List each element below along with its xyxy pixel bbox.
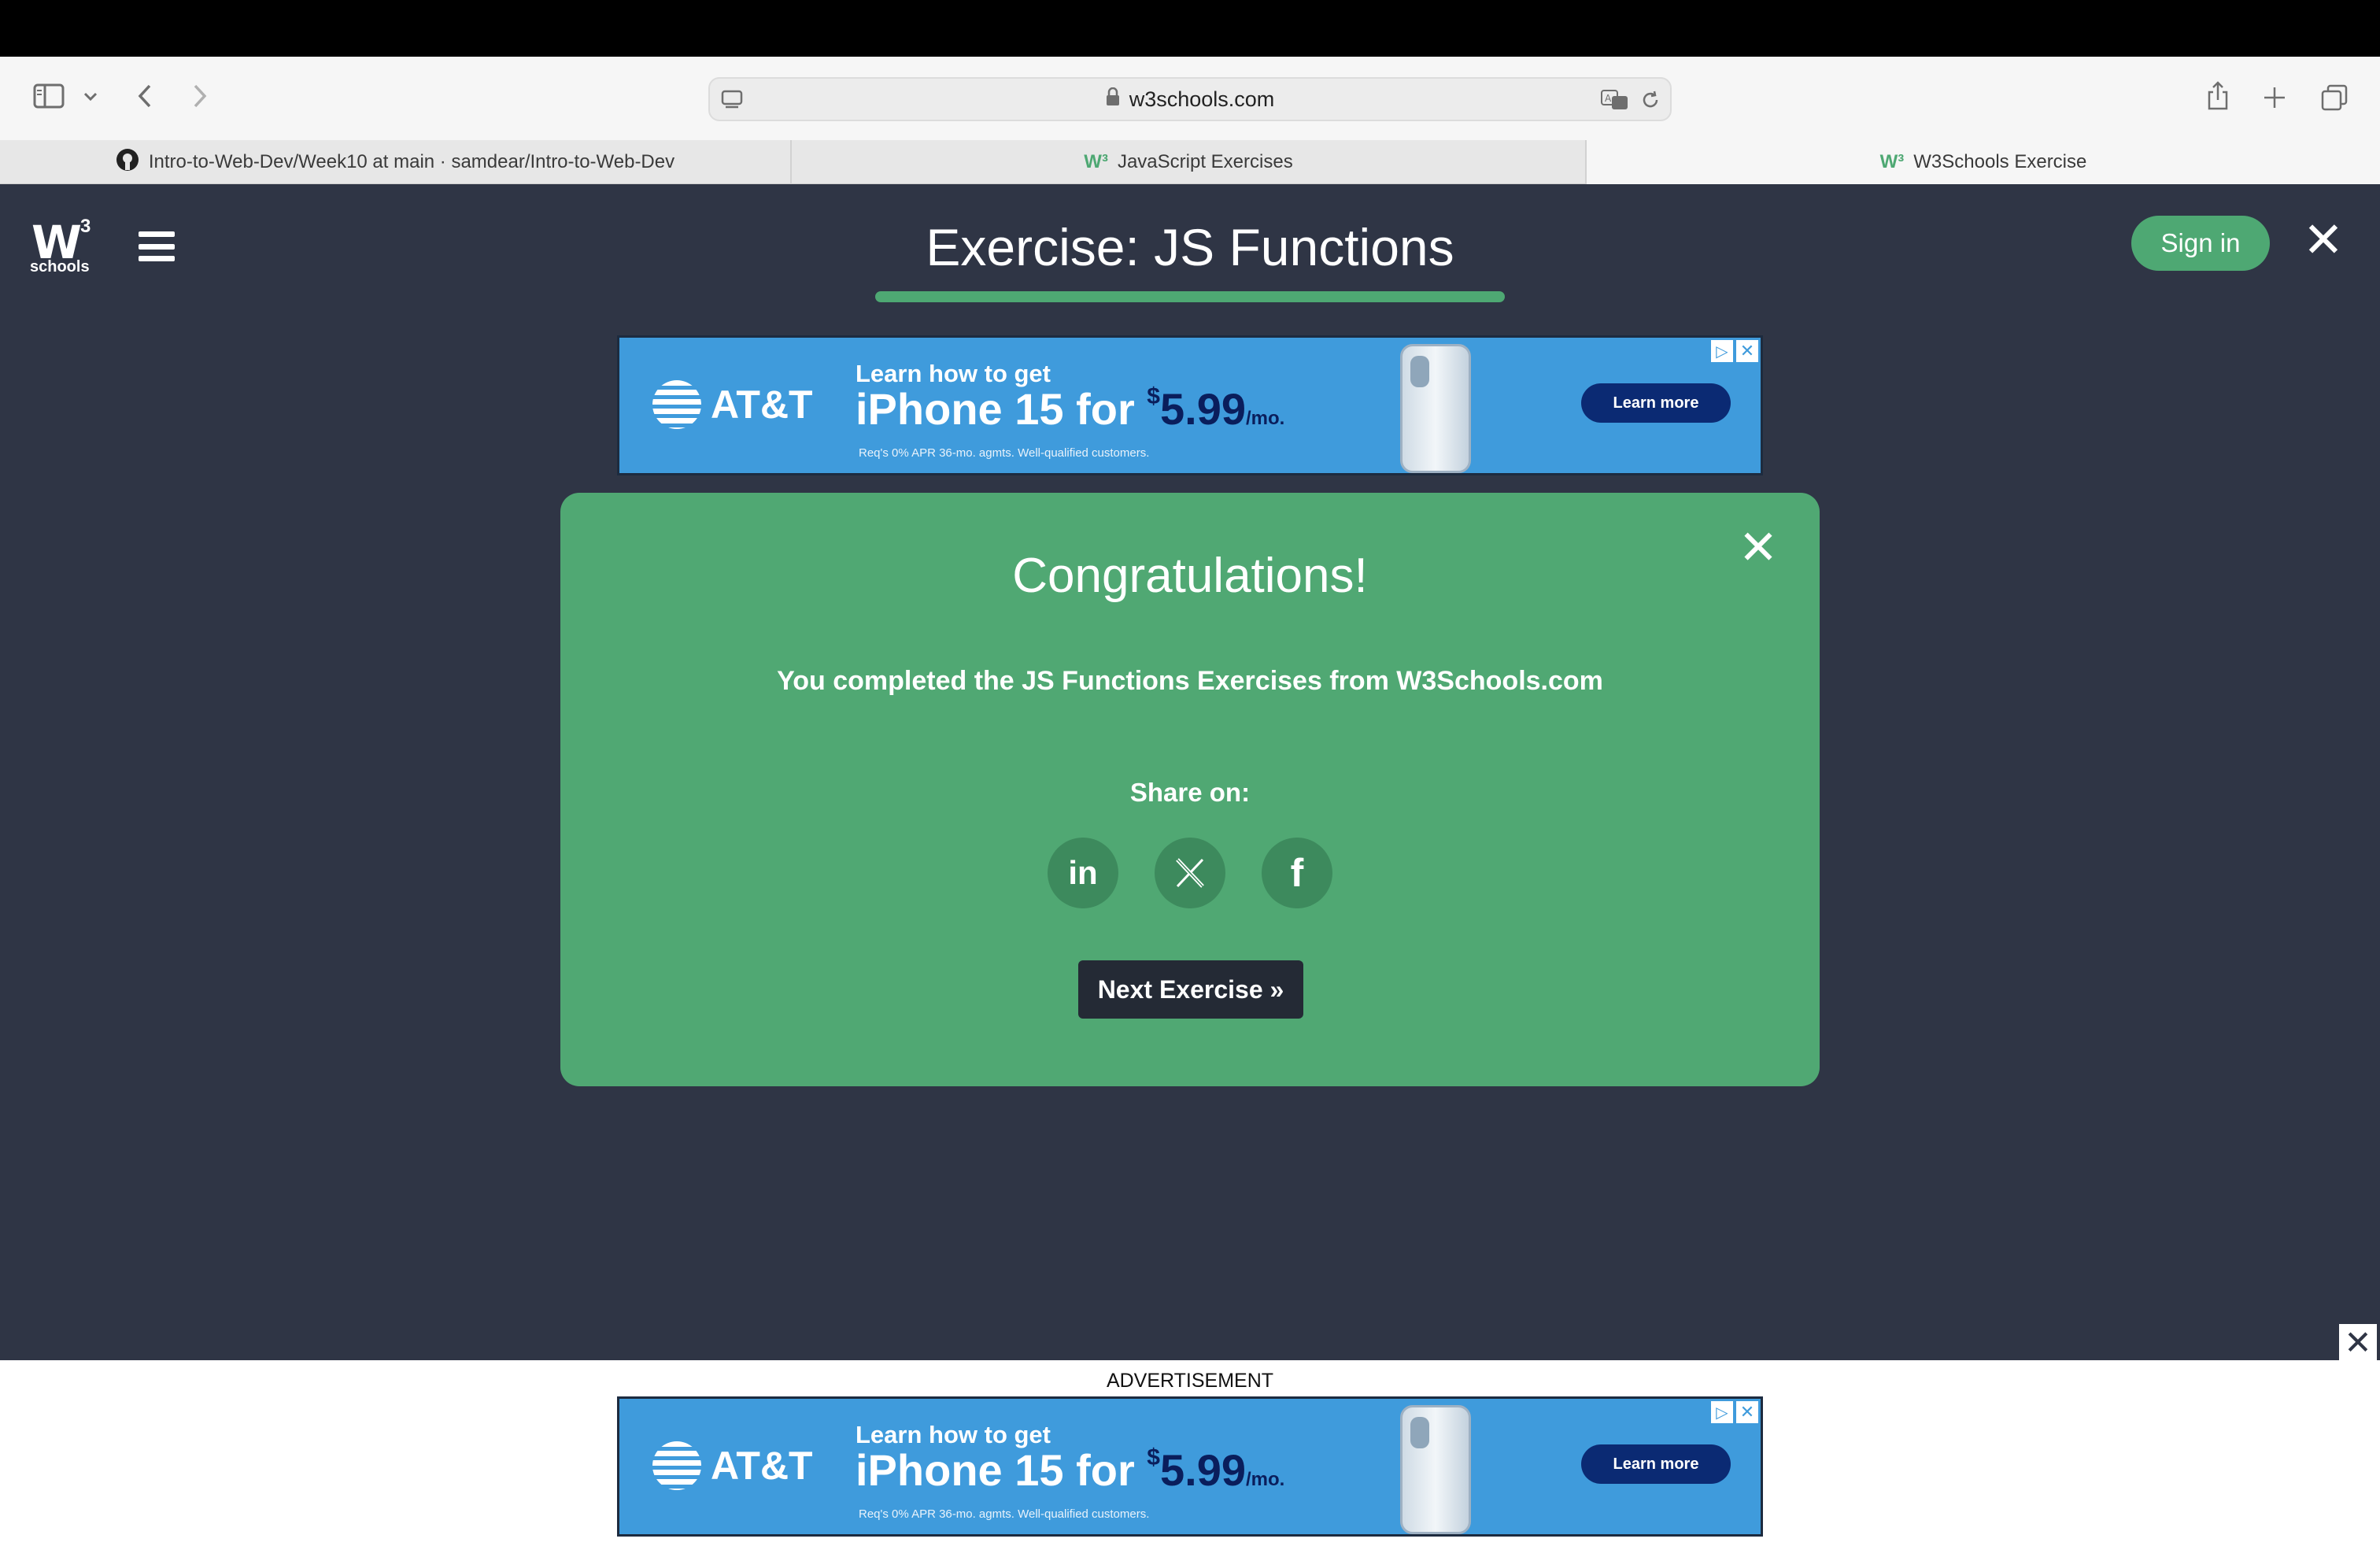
ad-close-icon[interactable]: ✕ <box>1735 1400 1759 1424</box>
github-icon <box>116 148 139 177</box>
lock-icon <box>1106 87 1120 112</box>
ad-close-icon[interactable]: ✕ <box>1735 339 1759 363</box>
share-icon[interactable] <box>2202 79 2234 113</box>
linkedin-icon[interactable]: in <box>1048 838 1118 908</box>
adchoices-icon[interactable]: ▷ <box>1710 1400 1734 1424</box>
ad-learn-more-button[interactable]: Learn more <box>1581 383 1731 423</box>
sign-in-button[interactable]: Sign in <box>2131 216 2270 271</box>
ad-product: iPhone 15 for <box>856 384 1148 434</box>
browser-toolbar: w3schools.com A <box>0 57 2380 140</box>
ad-learn-more-button[interactable]: Learn more <box>1581 1444 1731 1484</box>
advertisement-label: ADVERTISEMENT <box>1106 1370 1274 1392</box>
url-text: w3schools.com <box>1129 87 1275 111</box>
page-title: Exercise: JS Functions <box>926 218 1454 276</box>
address-bar[interactable]: w3schools.com A <box>708 77 1672 121</box>
translate-icon[interactable]: A <box>1599 87 1631 113</box>
ad-fine-print: Req's 0% APR 36-mo. agmts. Well-qualifie… <box>859 1507 1150 1521</box>
forward-icon[interactable] <box>186 80 214 112</box>
bottom-ad-close-icon[interactable]: ✕ <box>2339 1324 2377 1361</box>
title-progress-bar <box>875 291 1505 302</box>
reload-icon[interactable] <box>1637 87 1664 113</box>
globe-icon <box>652 380 701 429</box>
page-content: W 3 schools Exercise: JS Functions Sign … <box>0 184 2380 1360</box>
adchoices-icon[interactable]: ▷ <box>1710 339 1734 363</box>
tab-bar: Intro-to-Web-Dev/Week10 at main · samdea… <box>0 140 2380 184</box>
ad-price-symbol: $ <box>1147 383 1160 409</box>
congratulations-modal: ✕ Congratulations! You completed the JS … <box>560 493 1820 1086</box>
sidebar-toggle-icon[interactable] <box>30 80 68 112</box>
advertisement-banner[interactable]: AT&T Learn how to get iPhone 15 for $5.9… <box>617 335 1763 475</box>
completion-message: You completed the JS Functions Exercises… <box>777 666 1603 696</box>
ad-price-symbol: $ <box>1147 1444 1160 1470</box>
ad-price: 5.99 <box>1159 384 1246 434</box>
modal-heading: Congratulations! <box>1012 549 1368 603</box>
tab-w3schools-exercise[interactable]: W³ W3Schools Exercise <box>1587 140 2380 184</box>
facebook-icon[interactable]: f <box>1262 838 1332 908</box>
phone-image <box>1400 344 1471 473</box>
advertisement-banner-bottom[interactable]: AT&T Learn how to get iPhone 15 for $5.9… <box>617 1396 1763 1537</box>
ad-offer: iPhone 15 for $5.99/mo. <box>856 1444 1284 1496</box>
menu-icon[interactable] <box>139 231 175 261</box>
w3schools-icon: W³ <box>1879 151 1905 172</box>
tab-label: JavaScript Exercises <box>1117 151 1293 172</box>
bottom-advertisement: ADVERTISEMENT AT&T Learn how to get iPho… <box>0 1360 2380 1546</box>
globe-icon <box>652 1441 701 1490</box>
ad-price: 5.99 <box>1159 1445 1246 1495</box>
new-tab-icon[interactable] <box>2259 82 2290 113</box>
logo-superscript: 3 <box>80 216 91 237</box>
share-buttons: in f <box>560 838 1820 908</box>
tab-overview-icon[interactable] <box>2319 82 2350 113</box>
close-icon[interactable]: ✕ <box>2301 213 2345 268</box>
menu-bar <box>0 0 2380 57</box>
ad-fine-print: Req's 0% APR 36-mo. agmts. Well-qualifie… <box>859 446 1150 460</box>
ad-brand: AT&T <box>711 1444 813 1488</box>
tab-label: W3Schools Exercise <box>1913 151 2087 172</box>
ad-price-unit: /mo. <box>1245 408 1285 429</box>
x-icon[interactable] <box>1155 838 1225 908</box>
chevron-down-icon[interactable] <box>79 85 102 109</box>
svg-text:A: A <box>1605 93 1612 104</box>
ad-brand: AT&T <box>711 383 813 427</box>
logo-subtitle: schools <box>30 258 90 276</box>
back-icon[interactable] <box>131 80 159 112</box>
att-logo: AT&T <box>652 380 813 429</box>
share-label: Share on: <box>1129 778 1251 807</box>
next-exercise-button[interactable]: Next Exercise » <box>1078 960 1303 1019</box>
w3schools-icon: W³ <box>1084 151 1108 172</box>
ad-price-unit: /mo. <box>1245 1469 1285 1490</box>
phone-image <box>1400 1405 1471 1534</box>
att-logo: AT&T <box>652 1441 813 1490</box>
tab-label: Intro-to-Web-Dev/Week10 at main · samdea… <box>148 151 675 172</box>
tab-github[interactable]: Intro-to-Web-Dev/Week10 at main · samdea… <box>0 140 792 184</box>
ad-product: iPhone 15 for <box>856 1445 1148 1495</box>
ad-offer: iPhone 15 for $5.99/mo. <box>856 383 1284 435</box>
tab-javascript-exercises[interactable]: W³ JavaScript Exercises <box>792 140 1587 184</box>
